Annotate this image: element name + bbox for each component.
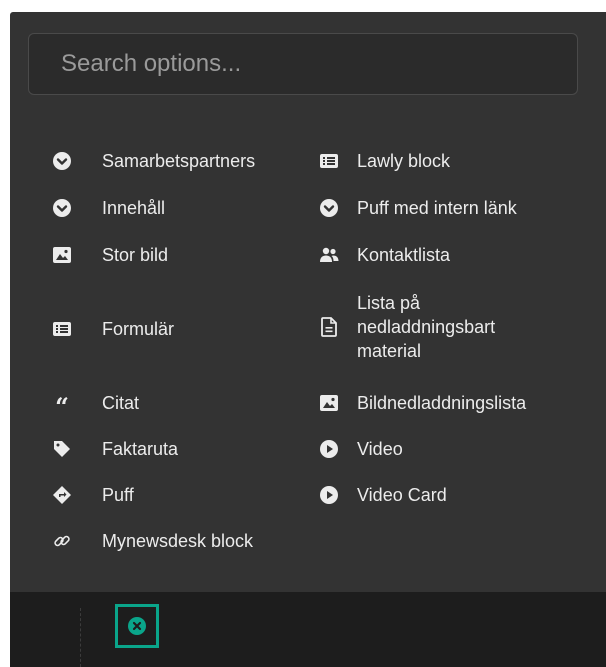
users-icon bbox=[319, 245, 339, 265]
list-icon bbox=[52, 319, 72, 339]
option-kontaktlista[interactable]: Kontaktlista bbox=[319, 243, 450, 267]
link-icon bbox=[52, 531, 72, 551]
guide-line bbox=[80, 608, 81, 667]
directions-icon bbox=[52, 485, 72, 505]
chevron-down-circle-icon bbox=[52, 151, 72, 171]
option-label: Samarbetspartners bbox=[102, 151, 256, 171]
option-label: Innehåll bbox=[102, 198, 166, 218]
option-puff-med-intern-lank[interactable]: Puff med intern länk bbox=[319, 196, 517, 220]
option-label: Bildnedladdningslista bbox=[357, 393, 527, 413]
option-mynewsdesk-block[interactable]: Mynewsdesk block bbox=[52, 529, 253, 553]
option-label: Stor bild bbox=[102, 245, 169, 265]
option-label: Video Card bbox=[357, 485, 447, 505]
option-samarbetspartners[interactable]: Samarbetspartners bbox=[52, 149, 255, 173]
close-button[interactable] bbox=[115, 604, 159, 648]
option-faktaruta[interactable]: Faktaruta bbox=[52, 437, 178, 461]
option-label: Faktaruta bbox=[102, 439, 179, 459]
play-circle-icon bbox=[319, 439, 339, 459]
option-label: Video bbox=[357, 439, 403, 459]
list-icon bbox=[319, 151, 339, 171]
option-label: Formulär bbox=[102, 319, 175, 339]
close-circle-icon bbox=[127, 616, 147, 636]
option-label: Lawly block bbox=[357, 151, 451, 171]
option-video-card[interactable]: Video Card bbox=[319, 483, 447, 507]
option-lawly-block[interactable]: Lawly block bbox=[319, 149, 450, 173]
option-label: Mynewsdesk block bbox=[102, 531, 254, 551]
option-label: Puff bbox=[102, 485, 134, 505]
editor-footer bbox=[10, 592, 606, 667]
option-bildnedladdningslista[interactable]: Bildnedladdningslista bbox=[319, 391, 526, 415]
image-icon bbox=[52, 245, 72, 265]
quote-icon: “ bbox=[55, 392, 69, 421]
chevron-down-circle-icon bbox=[319, 198, 339, 218]
option-innehall[interactable]: Innehåll bbox=[52, 196, 165, 220]
tag-icon bbox=[52, 439, 72, 459]
option-formular[interactable]: Formulär bbox=[52, 317, 174, 341]
option-label: Kontaktlista bbox=[357, 245, 451, 265]
play-circle-icon bbox=[319, 485, 339, 505]
option-label: Puff med intern länk bbox=[357, 198, 517, 218]
option-citat[interactable]: “ Citat bbox=[52, 391, 140, 421]
file-icon bbox=[319, 317, 339, 337]
option-label: Citat bbox=[102, 393, 140, 413]
option-label: Lista på nedladdningsbart material bbox=[357, 293, 496, 361]
option-puff[interactable]: Puff bbox=[52, 483, 134, 507]
image-icon bbox=[319, 393, 339, 413]
option-video[interactable]: Video bbox=[319, 437, 403, 461]
search-input[interactable] bbox=[28, 33, 578, 95]
option-stor-bild[interactable]: Stor bild bbox=[52, 243, 168, 267]
option-lista-nedladdningsbart-material[interactable]: Lista på nedladdningsbart material bbox=[319, 291, 539, 363]
chevron-down-circle-icon bbox=[52, 198, 72, 218]
